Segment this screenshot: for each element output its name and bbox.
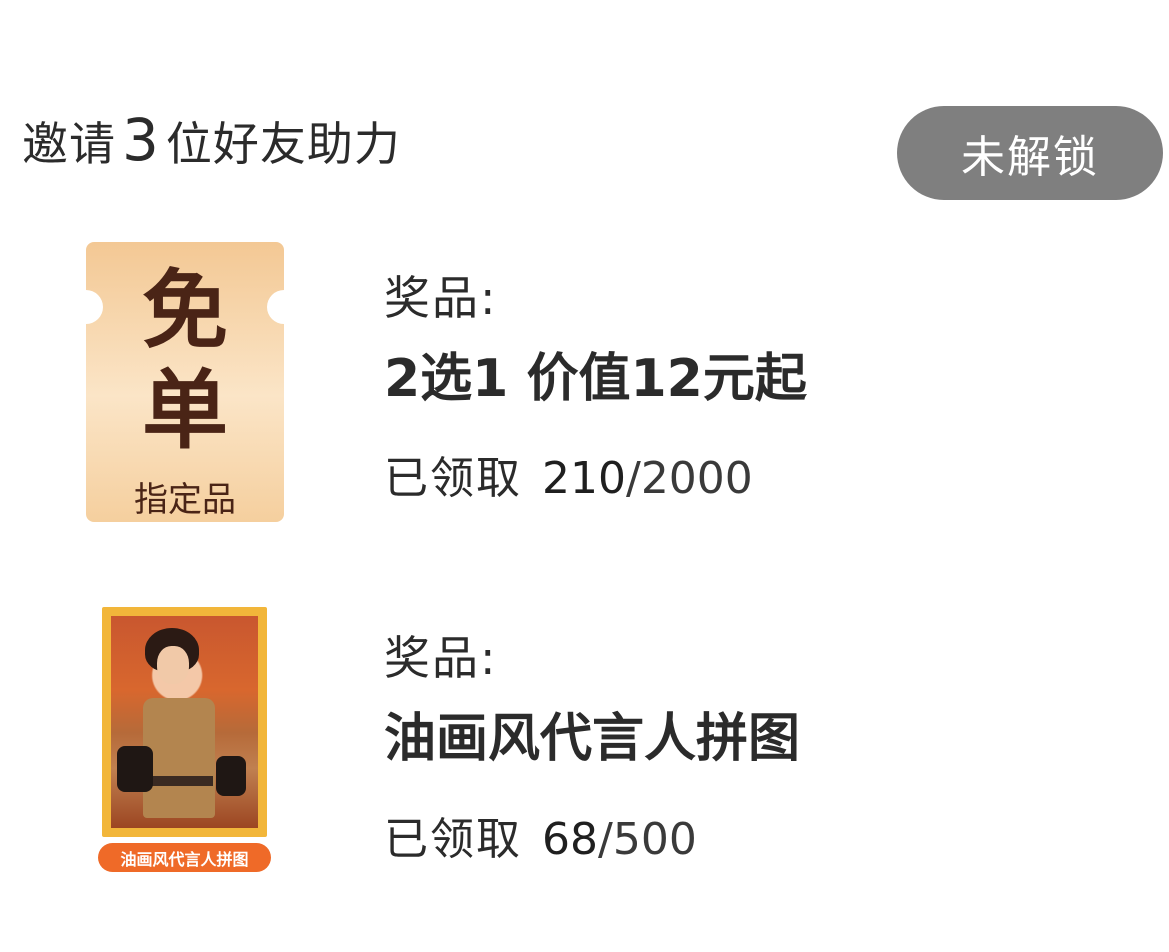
claimed-separator: / [625, 453, 641, 504]
oil-painting-portrait [111, 616, 258, 828]
claimed-total: 2000 [640, 453, 753, 504]
locked-status-button[interactable]: 未解锁 [897, 106, 1163, 200]
ticket-char-order: 单 [142, 360, 228, 461]
prize-label: 奖品: [384, 631, 498, 685]
claimed-label: 已领取 [384, 814, 522, 865]
invite-task-title: 邀请 3 位好友助力 [22, 106, 401, 174]
claimed-label: 已领取 [384, 453, 522, 504]
puzzle-image-tag: 油画风代言人拼图 [98, 843, 271, 872]
claimed-total: 500 [612, 814, 697, 865]
invite-count: 3 [122, 106, 160, 174]
claimed-separator: / [598, 814, 613, 865]
prize-name: 2选1 价值12元起 [384, 349, 807, 409]
portrait-belt [147, 776, 213, 786]
invite-reward-card: 邀请 3 位好友助力 未解锁 免 单 指定品 奖品: 2选1 价值12元起 已领… [0, 0, 1169, 952]
claimed-count: 68 [542, 814, 598, 865]
claimed-progress: 已领取 210 / 2000 [384, 442, 753, 506]
ticket-char-free: 免 [142, 260, 228, 361]
free-order-ticket-image: 免 单 指定品 [86, 242, 284, 522]
portrait-glove-right [216, 756, 246, 796]
prize-name: 油画风代言人拼图 [384, 709, 801, 769]
claimed-count: 210 [542, 453, 626, 504]
ticket-caption: 指定品 [134, 480, 236, 520]
prize-label: 奖品: [384, 271, 498, 325]
title-prefix: 邀请 [22, 117, 116, 171]
claimed-progress: 已领取 68 / 500 [384, 803, 697, 867]
portrait-dress [143, 698, 215, 818]
portrait-face [157, 646, 189, 684]
puzzle-product-image [102, 607, 267, 837]
portrait-glove-left [117, 746, 153, 792]
title-suffix: 位好友助力 [165, 117, 401, 171]
